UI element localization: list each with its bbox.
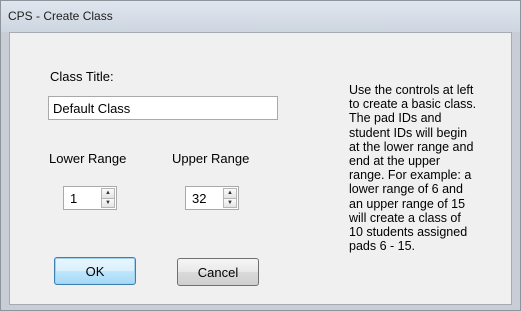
ok-button[interactable]: OK (54, 257, 136, 285)
spin-up-arrow-icon[interactable]: ▲ (101, 188, 115, 199)
spin-down-arrow-icon[interactable]: ▼ (223, 198, 237, 208)
dialog-client-area: Class Title: Lower Range Upper Range 1 ▲… (9, 32, 512, 305)
lower-range-stepper[interactable]: 1 ▲ ▼ (63, 186, 117, 210)
upper-range-spin: ▲ ▼ (223, 188, 237, 208)
upper-range-label: Upper Range (172, 151, 250, 166)
help-text: Use the controls at left to create a bas… (349, 83, 477, 254)
window-title: CPS - Create Class (8, 9, 113, 23)
create-class-dialog: CPS - Create Class Class Title: Lower Ra… (0, 0, 521, 311)
upper-range-value[interactable]: 32 (192, 191, 206, 206)
spin-up-arrow-icon[interactable]: ▲ (223, 188, 237, 199)
lower-range-label: Lower Range (49, 151, 127, 166)
lower-range-spin: ▲ ▼ (101, 188, 115, 208)
class-title-input[interactable] (48, 96, 278, 120)
title-bar[interactable]: CPS - Create Class (1, 1, 520, 32)
upper-range-stepper[interactable]: 32 ▲ ▼ (185, 186, 239, 210)
spin-down-arrow-icon[interactable]: ▼ (101, 198, 115, 208)
cancel-button[interactable]: Cancel (177, 258, 259, 286)
class-title-label: Class Title: (50, 69, 114, 84)
lower-range-value[interactable]: 1 (70, 191, 77, 206)
